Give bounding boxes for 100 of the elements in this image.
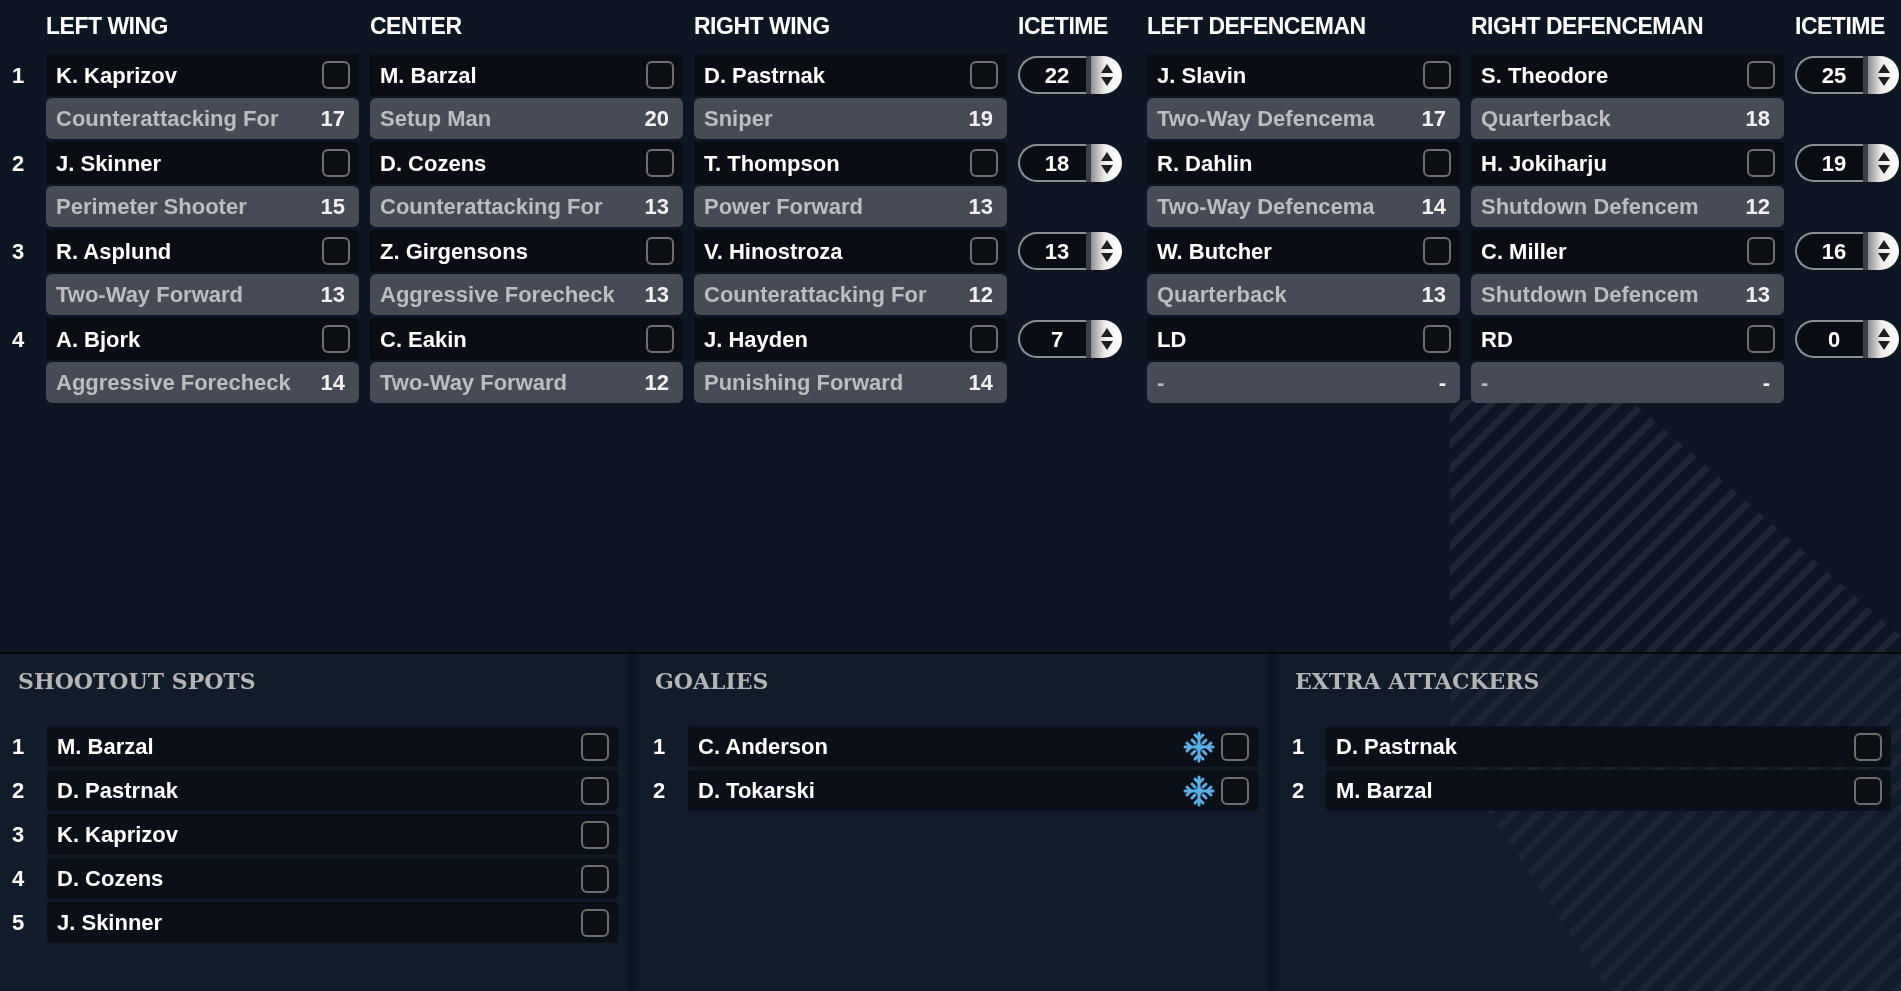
player-row[interactable]: J. Slavin (1147, 54, 1460, 96)
player-role: Counterattacking For (56, 105, 279, 133)
checkbox[interactable] (1747, 237, 1775, 265)
player-row[interactable]: W. Butcher (1147, 230, 1460, 272)
player-row[interactable]: J. Skinner (46, 142, 359, 184)
icetime-field[interactable]: 16 (1795, 232, 1863, 270)
checkbox[interactable] (1854, 776, 1882, 805)
player-row[interactable]: RD (1471, 318, 1784, 360)
column-heading: LEFT WING (46, 11, 169, 41)
checkbox[interactable] (970, 61, 998, 89)
player-row[interactable]: D. Cozens (47, 858, 618, 899)
checkbox[interactable] (1423, 237, 1451, 265)
checkbox[interactable] (970, 237, 998, 265)
stepper-button[interactable] (1086, 320, 1122, 358)
checkbox[interactable] (1747, 325, 1775, 353)
stepper-button[interactable] (1863, 56, 1899, 94)
player-name: W. Butcher (1157, 237, 1272, 266)
row-number: 2 (1291, 777, 1306, 805)
icetime-field[interactable]: 22 (1018, 56, 1086, 94)
checkbox[interactable] (581, 776, 609, 805)
player-row[interactable]: R. Asplund (46, 230, 359, 272)
player-rating: 14 (968, 369, 993, 397)
icetime-field[interactable]: 18 (1018, 144, 1086, 182)
checkbox[interactable] (581, 732, 609, 761)
player-row[interactable]: D. Cozens (370, 142, 683, 184)
checkbox[interactable] (322, 237, 350, 265)
checkbox[interactable] (322, 325, 350, 353)
player-row[interactable]: D. Tokarski (688, 770, 1258, 811)
player-row[interactable]: H. Jokiharju (1471, 142, 1784, 184)
checkbox[interactable] (581, 908, 609, 937)
checkbox[interactable] (1423, 325, 1451, 353)
checkbox[interactable] (581, 820, 609, 849)
checkbox[interactable] (646, 237, 674, 265)
player-row[interactable]: C. Eakin (370, 318, 683, 360)
checkbox[interactable] (1423, 149, 1451, 177)
player-row[interactable]: C. Anderson (688, 726, 1258, 767)
checkbox[interactable] (1423, 61, 1451, 89)
player-name: T. Thompson (704, 149, 840, 178)
checkbox[interactable] (1747, 61, 1775, 89)
checkbox[interactable] (581, 864, 609, 893)
player-name: K. Kaprizov (56, 61, 178, 90)
player-name: R. Dahlin (1157, 149, 1253, 178)
player-role: Counterattacking For (380, 193, 603, 221)
checkbox[interactable] (646, 61, 674, 89)
player-rating: 13 (1421, 281, 1446, 309)
player-row[interactable]: D. Pastrnak (694, 54, 1007, 96)
player-role: Shutdown Defencem (1481, 193, 1699, 221)
player-row[interactable]: M. Barzal (47, 726, 618, 767)
checkbox[interactable] (970, 325, 998, 353)
player-row[interactable]: S. Theodore (1471, 54, 1784, 96)
icetime-field[interactable]: 13 (1018, 232, 1086, 270)
checkbox[interactable] (970, 149, 998, 177)
player-rating: 18 (1745, 105, 1770, 133)
player-rating: - (1438, 369, 1446, 397)
player-role: Aggressive Forecheck (56, 369, 291, 397)
icetime-field[interactable]: 19 (1795, 144, 1863, 182)
player-row[interactable]: J. Skinner (47, 902, 618, 943)
line-number: 3 (11, 237, 25, 266)
player-row[interactable]: T. Thompson (694, 142, 1007, 184)
stepper-button[interactable] (1863, 144, 1899, 182)
stepper-button[interactable] (1086, 232, 1122, 270)
player-row[interactable]: K. Kaprizov (47, 814, 618, 855)
stepper-button[interactable] (1863, 232, 1899, 270)
player-row[interactable]: D. Pastrnak (1326, 726, 1891, 767)
player-row[interactable]: V. Hinostroza (694, 230, 1007, 272)
icetime-field[interactable]: 7 (1018, 320, 1086, 358)
column-heading: CENTER (370, 11, 463, 41)
checkbox[interactable] (322, 149, 350, 177)
player-row[interactable]: M. Barzal (370, 54, 683, 96)
player-row[interactable]: Z. Girgensons (370, 230, 683, 272)
checkbox[interactable] (1221, 776, 1249, 805)
player-row[interactable]: J. Hayden (694, 318, 1007, 360)
player-row[interactable]: A. Bjork (46, 318, 359, 360)
stepper-button[interactable] (1863, 320, 1899, 358)
player-name: R. Asplund (56, 237, 172, 266)
up-down-arrows-icon (1877, 240, 1890, 262)
row-number: 3 (11, 821, 26, 849)
snowflake-icon (1183, 774, 1215, 807)
player-rating: 14 (1421, 193, 1446, 221)
up-down-arrows-icon (1877, 328, 1890, 350)
player-row[interactable]: M. Barzal (1326, 770, 1891, 811)
stepper-button[interactable] (1086, 56, 1122, 94)
checkbox[interactable] (646, 325, 674, 353)
player-row[interactable]: D. Pastrnak (47, 770, 618, 811)
player-row[interactable]: R. Dahlin (1147, 142, 1460, 184)
row-number: 1 (652, 733, 667, 761)
player-row[interactable]: C. Miller (1471, 230, 1784, 272)
player-row[interactable]: K. Kaprizov (46, 54, 359, 96)
checkbox[interactable] (646, 149, 674, 177)
player-name: D. Tokarski (698, 777, 815, 805)
stepper-button[interactable] (1086, 144, 1122, 182)
checkbox[interactable] (1221, 732, 1249, 761)
player-name: A. Bjork (56, 325, 141, 354)
column-heading: RIGHT WING (694, 11, 831, 41)
icetime-field[interactable]: 25 (1795, 56, 1863, 94)
player-row[interactable]: LD (1147, 318, 1460, 360)
icetime-field[interactable]: 0 (1795, 320, 1863, 358)
checkbox[interactable] (322, 61, 350, 89)
checkbox[interactable] (1854, 732, 1882, 761)
checkbox[interactable] (1747, 149, 1775, 177)
